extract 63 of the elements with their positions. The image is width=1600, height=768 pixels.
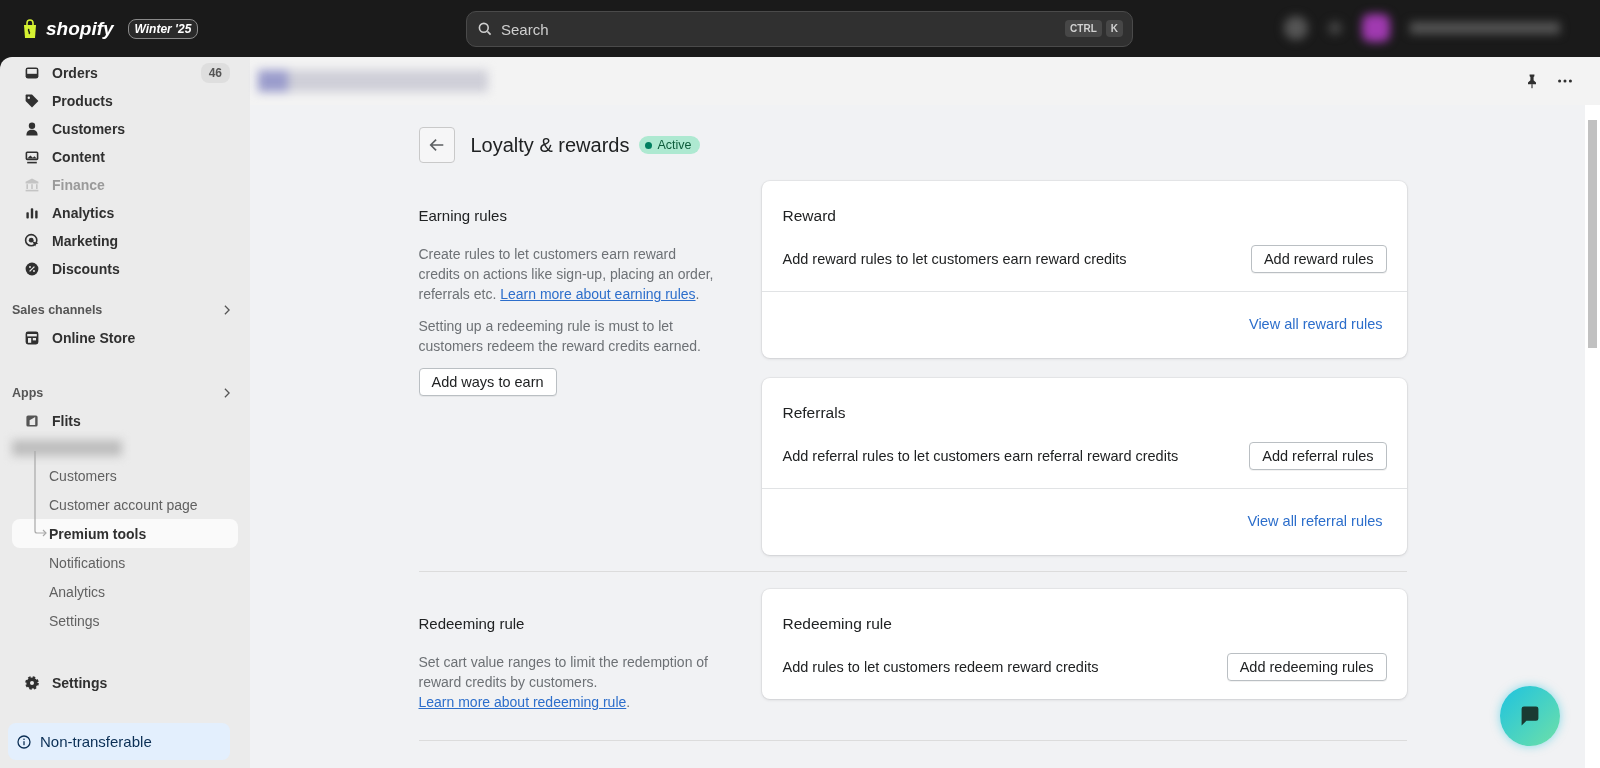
search-icon — [477, 21, 493, 37]
section-heading: Apps — [12, 386, 44, 401]
page-title: Loyalty & rewards — [470, 133, 630, 157]
card-title: Reward — [782, 207, 837, 225]
card-title: Redeeming rule — [782, 615, 893, 633]
sidebar-subitem[interactable]: Customer account page — [12, 490, 238, 520]
notice-text: Non-transferable — [40, 733, 152, 751]
person-icon — [24, 120, 40, 137]
section-description: Setting up a redeeming rule is must to let customers redeem the reward credits earned. — [418, 317, 702, 356]
sidebar-item[interactable]: Analytics — [12, 198, 238, 227]
add-ways-button[interactable]: Add ways to earn — [418, 368, 557, 396]
inbox-icon — [24, 64, 40, 81]
card-description: Add rules to let customers redeem reward credits — [782, 659, 1099, 675]
chat-button[interactable] — [1500, 686, 1560, 746]
back-button[interactable] — [418, 127, 455, 163]
info-icon — [16, 733, 32, 750]
card-description: Add referral rules to let customers earn referral reward credits — [782, 448, 1179, 464]
settings-icon — [24, 675, 40, 692]
view-all-link[interactable]: View all referral rules — [1247, 513, 1383, 529]
sidebar-item[interactable]: Products — [12, 86, 238, 115]
picture-icon — [24, 148, 40, 165]
shortcut-key: CTRL — [1065, 20, 1102, 37]
section-heading: Earning rules — [418, 207, 508, 224]
section-description: Set cart value ranges to limit the redemption of reward credits by customers. Learn more about redeeming rule. — [418, 653, 709, 712]
card-title: Referrals — [782, 404, 847, 422]
version-badge: Winter '25 — [127, 18, 199, 39]
view-all-link[interactable]: View all reward rules — [1249, 316, 1383, 332]
status-badge: Active — [639, 136, 700, 154]
add-rules-button[interactable]: Add redeeming rules — [1226, 653, 1387, 681]
add-rules-button[interactable]: Add referral rules — [1249, 442, 1387, 470]
sidebar-item[interactable]: Customers — [12, 114, 238, 143]
learn-more-link[interactable]: Learn more about redeeming rule — [418, 694, 627, 710]
sidebar-subitem[interactable]: Analytics — [12, 577, 238, 607]
sidebar-item[interactable]: Discounts — [12, 254, 238, 283]
tag-icon — [24, 92, 40, 109]
add-rules-button[interactable]: Add reward rules — [1250, 245, 1387, 273]
sidebar-item[interactable]: Marketing — [12, 226, 238, 255]
sidebar-subitem[interactable]: Settings — [12, 606, 238, 636]
learn-more-link[interactable]: Learn more about earning rules — [500, 286, 696, 302]
target-icon — [24, 232, 40, 249]
sidebar-item[interactable]: Content — [12, 142, 238, 171]
sidebar-subitem[interactable]: Notifications — [12, 548, 238, 578]
sidebar-subitem[interactable]: Customers — [12, 461, 238, 491]
logo-wordmark[interactable]: shopify — [46, 17, 114, 40]
sidebar-item[interactable]: Settings — [12, 669, 238, 698]
notice-banner[interactable]: Non-transferable — [8, 723, 230, 761]
sidebar-item[interactable]: Orders 46 — [12, 59, 238, 87]
status-dot-icon — [645, 141, 653, 149]
sidebar-item[interactable]: Online Store — [12, 323, 238, 352]
count-badge: 46 — [200, 62, 230, 83]
section-description: Create rules to let customers earn reward credits on actions like sign-up, placing an order, referrals etc. Learn more about earning rules. — [418, 245, 715, 304]
sidebar-subitem[interactable]: Premium tools — [12, 519, 238, 549]
section-heading: Sales channels — [12, 303, 103, 318]
app-icon — [24, 412, 40, 429]
storefront-icon — [24, 329, 40, 346]
percent-badge-icon — [24, 260, 40, 277]
scrollbar[interactable] — [1585, 105, 1600, 768]
sidebar-item[interactable]: Flits — [12, 406, 238, 435]
back-arrow-icon — [427, 136, 446, 154]
blurred-account-area[interactable] — [1284, 14, 1560, 42]
section-heading: Redeeming rule — [418, 615, 526, 632]
card-description: Add reward rules to let customers earn reward credits — [782, 251, 1127, 267]
bank-icon — [24, 176, 40, 193]
